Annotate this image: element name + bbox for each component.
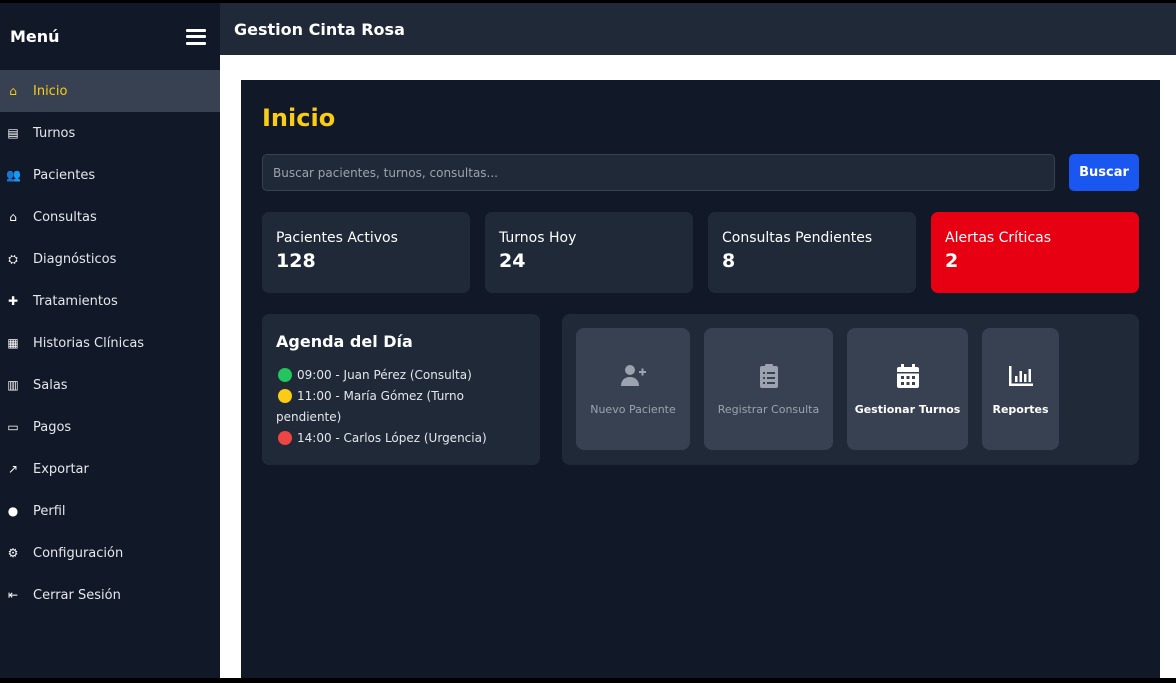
status-dot-icon [278, 368, 292, 382]
stat-card: Turnos Hoy 24 [485, 212, 693, 293]
stat-card: Alertas Críticas 2 [931, 212, 1139, 293]
sidebar-item-label: Historias Clínicas [33, 335, 145, 351]
agenda-text: 11:00 - María Gómez (Turno pendiente) [276, 389, 464, 424]
stat-label: Consultas Pendientes [722, 230, 873, 246]
user-icon: ● [7, 504, 19, 518]
search-bar: Buscar [262, 154, 1139, 191]
sidebar: Menú ⌂ Inicio ▤ Turnos 👥 Pacientes ⌂ Consultas ⛭… [0, 3, 220, 678]
user-plus-icon [619, 362, 647, 393]
sidebar-item-cerrar-sesión[interactable]: ⇤ Cerrar Sesión [0, 574, 220, 616]
clipboard-list-icon [755, 362, 783, 393]
agenda-text: 14:00 - Carlos López (Urgencia) [297, 431, 487, 445]
sidebar-item-salas[interactable]: ▥ Salas [0, 364, 220, 406]
clinic-house-icon: ⌂ [9, 210, 17, 224]
credit-card-icon: ▭ [7, 420, 19, 434]
sidebar-item-label: Pacientes [33, 167, 96, 183]
page-title: Inicio [262, 104, 336, 132]
stat-value: 8 [722, 250, 736, 272]
sidebar-item-turnos[interactable]: ▤ Turnos [0, 112, 220, 154]
quick-actions: Nuevo Paciente Registrar Consulta Gestiona… [562, 314, 1139, 465]
stat-value: 24 [499, 250, 526, 272]
search-button[interactable]: Buscar [1069, 154, 1139, 191]
sidebar-header: Menú [0, 3, 220, 70]
diagnosis-icon: ⛭ [8, 251, 18, 266]
agenda-item: 11:00 - María Gómez (Turno pendiente) [276, 386, 526, 428]
sidebar-item-label: Cerrar Sesión [33, 587, 121, 603]
window-edge [0, 678, 1176, 683]
file-medical-icon: ▦ [7, 336, 19, 350]
gestionar-turnos-button[interactable]: Gestionar Turnos [847, 328, 968, 450]
calendar-icon [894, 362, 922, 393]
sidebar-item-perfil[interactable]: ● Perfil [0, 490, 220, 532]
sidebar-item-label: Perfil [33, 503, 66, 519]
stat-label: Turnos Hoy [499, 230, 577, 246]
gear-icon: ⚙ [7, 546, 19, 560]
action-label: Gestionar Turnos [854, 403, 961, 416]
sidebar-item-exportar[interactable]: ↗ Exportar [0, 448, 220, 490]
sidebar-item-consultas[interactable]: ⌂ Consultas [0, 196, 220, 238]
agenda-list: 09:00 - Juan Pérez (Consulta) 11:00 - Mar… [276, 365, 526, 449]
stat-label: Pacientes Activos [276, 230, 398, 246]
sidebar-item-label: Salas [33, 377, 68, 393]
plus-icon: ✚ [7, 294, 19, 308]
sidebar-item-historias-clínicas[interactable]: ▦ Historias Clínicas [0, 322, 220, 364]
agenda-card: Agenda del Día 09:00 - Juan Pérez (Consu… [262, 314, 540, 465]
sidebar-item-label: Inicio [33, 83, 68, 99]
sign-out-icon: ⇤ [7, 588, 19, 602]
sidebar-item-label: Diagnósticos [33, 251, 117, 267]
stat-card: Consultas Pendientes 8 [708, 212, 916, 293]
address-book-icon: ▤ [7, 126, 19, 140]
sidebar-item-label: Exportar [33, 461, 89, 477]
external-link-icon: ↗ [7, 462, 19, 476]
sidebar-item-label: Tratamientos [33, 293, 118, 309]
sidebar-item-pagos[interactable]: ▭ Pagos [0, 406, 220, 448]
building-icon: ▥ [7, 378, 19, 392]
nuevo-paciente-button[interactable]: Nuevo Paciente [576, 328, 690, 450]
main-content: Inicio Buscar Pacientes Activos 128 Turnos… [241, 80, 1160, 678]
sidebar-item-label: Pagos [33, 419, 72, 435]
agenda-title: Agenda del Día [276, 332, 413, 351]
action-label: Nuevo Paciente [590, 403, 676, 416]
status-dot-icon [278, 431, 292, 445]
stats-row: Pacientes Activos 128 Turnos Hoy 24 Consulta… [262, 212, 1139, 293]
sidebar-item-diagnósticos[interactable]: ⛭ Diagnósticos [0, 238, 220, 280]
hamburger-menu-icon[interactable] [186, 28, 206, 45]
stat-value: 128 [276, 250, 316, 272]
topbar: Gestion Cinta Rosa [220, 3, 1176, 55]
sidebar-item-configuración[interactable]: ⚙ Configuración [0, 532, 220, 574]
status-dot-icon [278, 389, 292, 403]
stat-label: Alertas Críticas [945, 230, 1052, 246]
registrar-consulta-button[interactable]: Registrar Consulta [704, 328, 833, 450]
reportes-button[interactable]: Reportes [982, 328, 1059, 450]
home-icon: ⌂ [9, 84, 17, 98]
sidebar-item-label: Configuración [33, 545, 124, 561]
sidebar-item-pacientes[interactable]: 👥 Pacientes [0, 154, 220, 196]
sidebar-item-inicio[interactable]: ⌂ Inicio [0, 70, 220, 112]
agenda-text: 09:00 - Juan Pérez (Consulta) [297, 368, 472, 382]
agenda-item: 09:00 - Juan Pérez (Consulta) [276, 365, 526, 386]
sidebar-item-label: Consultas [33, 209, 97, 225]
sidebar-nav: ⌂ Inicio ▤ Turnos 👥 Pacientes ⌂ Consultas ⛭ Diagn… [0, 70, 220, 616]
search-input[interactable] [262, 154, 1055, 191]
app-title: Gestion Cinta Rosa [234, 19, 405, 39]
action-label: Reportes [992, 403, 1049, 416]
agenda-item: 14:00 - Carlos López (Urgencia) [276, 428, 526, 449]
sidebar-item-tratamientos[interactable]: ✚ Tratamientos [0, 280, 220, 322]
users-icon: 👥 [6, 168, 21, 182]
sidebar-title: Menú [10, 27, 60, 46]
stat-value: 2 [945, 250, 959, 272]
action-label: Registrar Consulta [717, 403, 820, 416]
bar-chart-icon [1007, 362, 1035, 393]
sidebar-item-label: Turnos [33, 125, 76, 141]
stat-card: Pacientes Activos 128 [262, 212, 470, 293]
